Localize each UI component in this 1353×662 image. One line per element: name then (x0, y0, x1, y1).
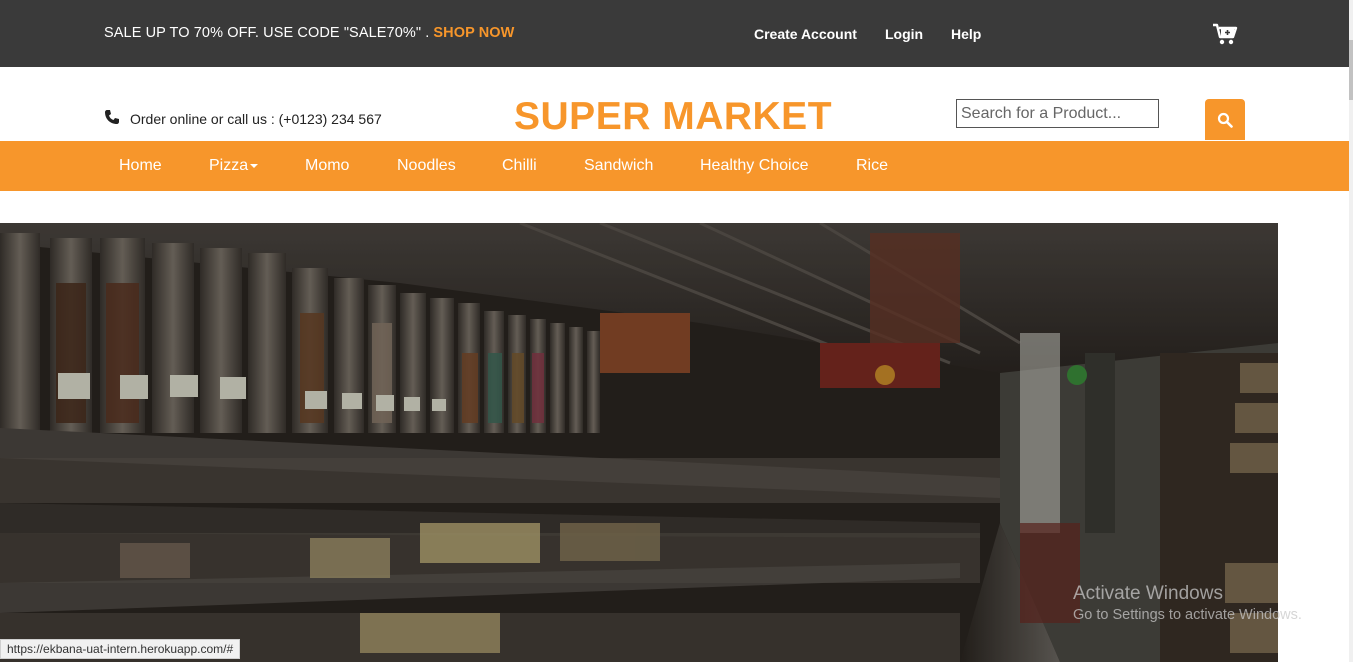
search-icon (1217, 112, 1233, 128)
nav-item-chilli[interactable]: Chilli (502, 157, 537, 175)
main-nav: Home Pizza Momo Noodles Chilli Sandwich … (0, 141, 1349, 191)
activate-windows-subtitle: Go to Settings to activate Windows. (1073, 607, 1302, 623)
help-link[interactable]: Help (951, 26, 981, 42)
nav-item-healthy-choice[interactable]: Healthy Choice (700, 157, 809, 175)
search-input[interactable] (956, 99, 1159, 128)
activate-windows-title: Activate Windows (1073, 583, 1223, 604)
contact-text: Order online or call us : (+0123) 234 56… (130, 110, 382, 127)
browser-status-bar: https://ekbana-uat-intern.herokuapp.com/… (0, 639, 241, 659)
promo-text: SALE UP TO 70% OFF. USE CODE "SALE70%" . (104, 25, 430, 41)
contact-info: Order online or call us : (+0123) 234 56… (104, 109, 382, 128)
promo-banner: SALE UP TO 70% OFF. USE CODE "SALE70%" .… (104, 25, 514, 41)
search-button[interactable] (1205, 99, 1245, 140)
site-logo[interactable]: SUPER MARKET (514, 95, 832, 139)
login-link[interactable]: Login (885, 26, 923, 42)
caret-down-icon (250, 163, 259, 168)
nav-item-home[interactable]: Home (119, 157, 162, 175)
nav-item-pizza[interactable]: Pizza (209, 157, 259, 175)
cart-icon[interactable] (1212, 22, 1238, 46)
page: SALE UP TO 70% OFF. USE CODE "SALE70%" .… (0, 0, 1353, 662)
nav-item-noodles[interactable]: Noodles (397, 157, 456, 175)
create-account-link[interactable]: Create Account (754, 26, 857, 42)
page-scrollbar[interactable] (1349, 0, 1353, 662)
top-bar: SALE UP TO 70% OFF. USE CODE "SALE70%" .… (0, 0, 1353, 67)
nav-item-momo[interactable]: Momo (305, 157, 349, 175)
nav-item-pizza-label: Pizza (209, 157, 249, 174)
phone-icon (104, 109, 130, 128)
nav-item-rice[interactable]: Rice (856, 157, 888, 175)
scrollbar-thumb[interactable] (1349, 40, 1353, 100)
shop-now-link[interactable]: SHOP NOW (433, 25, 514, 41)
nav-item-sandwich[interactable]: Sandwich (584, 157, 653, 175)
